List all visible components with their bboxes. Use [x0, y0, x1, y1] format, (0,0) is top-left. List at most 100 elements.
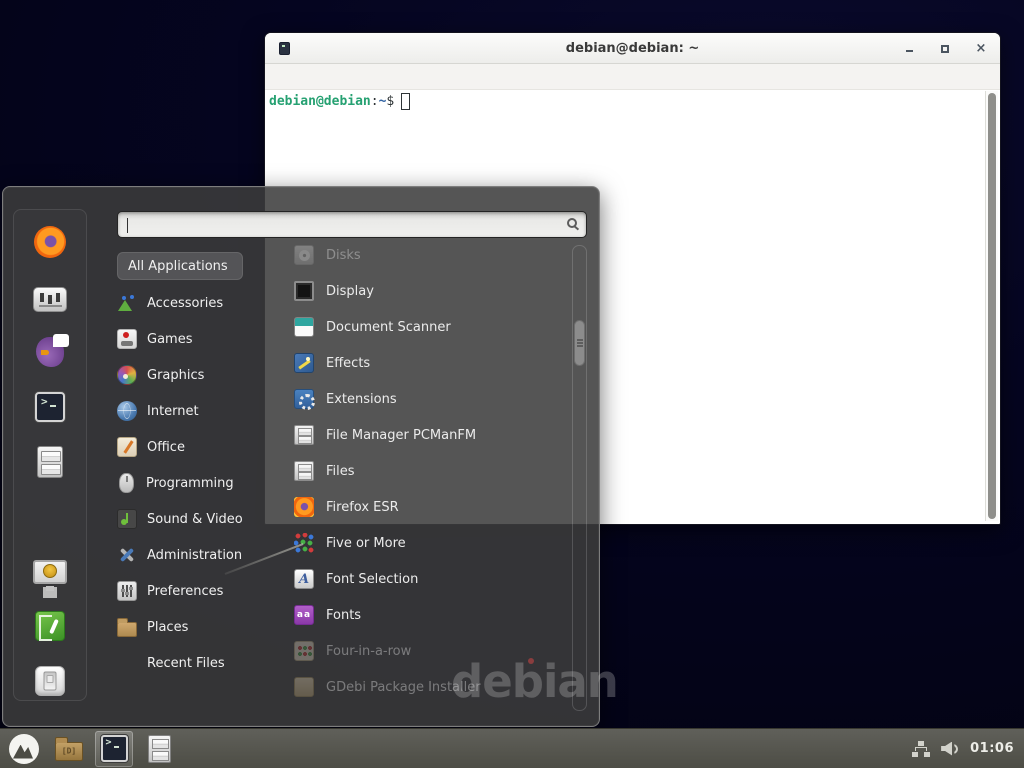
terminal-titlebar[interactable]: debian@debian: ~ ×	[265, 33, 1000, 64]
category-all-applications[interactable]: All Applications	[117, 252, 243, 280]
terminal-scrollbar[interactable]	[985, 91, 998, 521]
menu-scrollbar[interactable]	[572, 245, 587, 711]
text-caret	[127, 218, 128, 233]
app-disks[interactable]: Disks	[289, 237, 563, 273]
menu-logo-icon	[9, 734, 39, 764]
prompt-user-host: debian@debian	[269, 94, 371, 109]
favorite-settings-sliders[interactable]	[26, 279, 74, 315]
terminal-scrollbar-thumb[interactable]	[988, 93, 996, 519]
tb-cabinet-icon	[148, 735, 171, 763]
app-label: Four-in-a-row	[326, 644, 411, 659]
programming-icon	[119, 473, 134, 493]
taskbar-button-tb-terminal[interactable]	[95, 731, 133, 767]
menu-scrollbar-thumb[interactable]	[574, 320, 585, 366]
app-fonts[interactable]: Fonts	[289, 597, 563, 633]
network-icon[interactable]	[912, 741, 930, 757]
category-office[interactable]: Office	[117, 429, 285, 465]
prompt-symbol: $	[386, 94, 394, 109]
favorite-file-cabinet[interactable]	[26, 444, 74, 480]
font-selection-icon	[294, 569, 314, 589]
category-label: Internet	[147, 404, 199, 419]
clock[interactable]: 01:06	[970, 741, 1014, 756]
applications-menu: debian All Applications Accessories Gam	[2, 186, 600, 727]
app-file-manager-pcmanfm[interactable]: File Manager PCManFM	[289, 417, 563, 453]
prompt-separator: :	[371, 94, 379, 109]
category-places[interactable]: Places	[117, 609, 285, 645]
app-font-selection[interactable]: Font Selection	[289, 561, 563, 597]
app-gdebi-package-installer[interactable]: GDebi Package Installer	[289, 669, 563, 705]
log-out-icon	[35, 611, 65, 641]
category-graphics[interactable]: Graphics	[117, 357, 285, 393]
app-label: Disks	[326, 248, 361, 263]
settings-sliders-icon	[33, 287, 67, 312]
category-label: Sound & Video	[147, 512, 243, 527]
close-button[interactable]: ×	[974, 42, 988, 56]
terminal-menubar	[265, 64, 1000, 90]
app-effects[interactable]: Effects	[289, 345, 563, 381]
category-administration[interactable]: Administration	[117, 537, 285, 573]
category-internet[interactable]: Internet	[117, 393, 285, 429]
menu-search	[117, 211, 587, 238]
favorite-pidgin[interactable]	[26, 334, 74, 370]
category-programming[interactable]: Programming	[117, 465, 285, 501]
app-files[interactable]: Files	[289, 453, 563, 489]
taskbar-button-menu-logo[interactable]	[5, 731, 43, 767]
app-label: Firefox ESR	[326, 500, 399, 515]
app-four-in-a-row[interactable]: Four-in-a-row	[289, 633, 563, 669]
favorite-firefox[interactable]	[26, 224, 74, 260]
category-sound-video[interactable]: Sound & Video	[117, 501, 285, 537]
system-tray: 01:06	[912, 741, 1024, 757]
maximize-button[interactable]	[938, 42, 952, 56]
category-label: Administration	[147, 548, 242, 563]
shutdown-icon	[35, 666, 65, 696]
favorite-terminal[interactable]	[26, 389, 74, 425]
app-document-scanner[interactable]: Document Scanner	[289, 309, 563, 345]
favorite-shutdown[interactable]	[26, 663, 74, 699]
volume-icon[interactable]	[941, 741, 959, 757]
favorite-log-out[interactable]	[26, 608, 74, 644]
taskbar-button-tb-cabinet[interactable]	[140, 731, 178, 767]
taskbar-buttons	[0, 731, 178, 767]
extensions-icon	[294, 389, 314, 409]
internet-icon	[117, 401, 137, 421]
tb-folder-icon	[55, 742, 83, 761]
games-icon	[117, 329, 137, 349]
terminal-prompt: debian@debian:~$	[269, 93, 410, 110]
app-label: Effects	[326, 356, 370, 371]
office-icon	[117, 437, 137, 457]
files-sm-icon	[294, 461, 314, 481]
taskbar: 01:06	[0, 728, 1024, 768]
fonts-icon	[294, 605, 314, 625]
search-icon	[567, 218, 577, 228]
favorite-lock-screen[interactable]	[26, 553, 74, 589]
favorites-column	[13, 209, 87, 701]
app-display[interactable]: Display	[289, 273, 563, 309]
display-icon	[294, 281, 314, 301]
category-games[interactable]: Games	[117, 321, 285, 357]
document-scanner-icon	[294, 317, 314, 337]
category-list: All Applications Accessories Games Graph…	[117, 249, 285, 681]
taskbar-button-tb-folder[interactable]	[50, 731, 88, 767]
category-recent-files[interactable]: Recent Files	[117, 645, 285, 681]
app-five-or-more[interactable]: Five or More	[289, 525, 563, 561]
menu-search-input[interactable]	[118, 212, 586, 237]
effects-icon	[294, 353, 314, 373]
application-list: Disks Display Document Scanner Effects E…	[289, 237, 563, 705]
category-accessories[interactable]: Accessories	[117, 285, 285, 321]
category-label: Accessories	[147, 296, 223, 311]
preferences-icon	[117, 581, 137, 601]
app-label: Five or More	[326, 536, 406, 551]
app-firefox-esr[interactable]: Firefox ESR	[289, 489, 563, 525]
minimize-button[interactable]	[902, 42, 916, 56]
tb-terminal-icon	[101, 735, 128, 762]
terminal-title: debian@debian: ~	[265, 41, 1000, 56]
five-or-more-icon	[294, 533, 314, 553]
app-label: File Manager PCManFM	[326, 428, 476, 443]
app-label: Extensions	[326, 392, 397, 407]
app-extensions[interactable]: Extensions	[289, 381, 563, 417]
places-icon	[117, 622, 137, 637]
graphics-icon	[117, 365, 137, 385]
pidgin-icon	[36, 337, 64, 367]
category-preferences[interactable]: Preferences	[117, 573, 285, 609]
app-label: Font Selection	[326, 572, 418, 587]
